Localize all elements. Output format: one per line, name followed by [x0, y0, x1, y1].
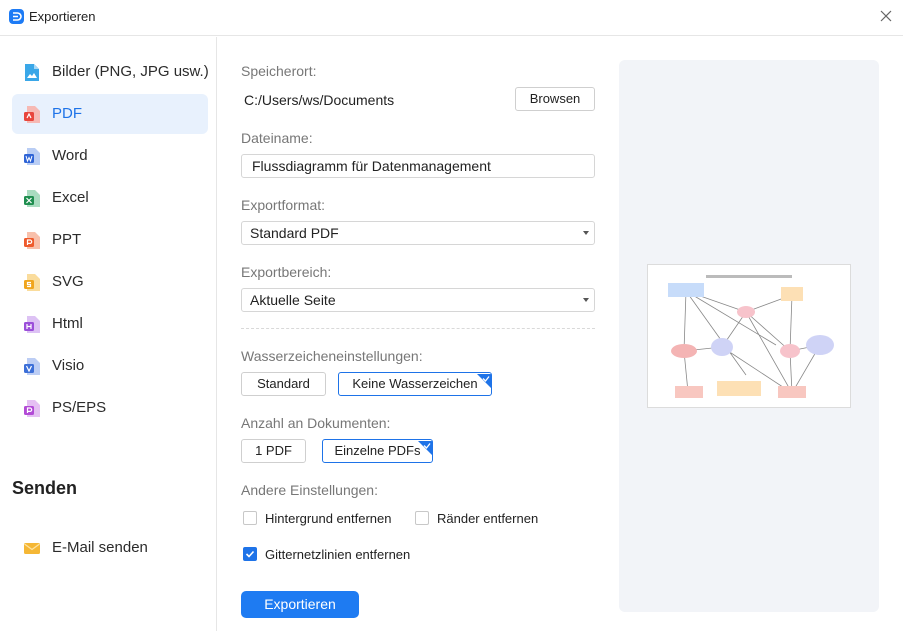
filename-label: Dateiname:	[241, 130, 313, 146]
option-label: 1 PDF	[255, 443, 292, 458]
range-select[interactable]: Aktuelle Seite	[241, 288, 595, 312]
documents-option-separate[interactable]: Einzelne PDFs	[322, 439, 433, 463]
excel-file-icon	[23, 189, 41, 208]
image-file-icon	[23, 63, 41, 82]
format-select-value: Standard PDF	[250, 225, 339, 241]
window-title: Exportieren	[29, 9, 96, 24]
pdf-file-icon	[23, 105, 41, 124]
sidebar-item-label: PDF	[52, 105, 82, 122]
watermark-label: Wasserzeicheneinstellungen:	[241, 348, 423, 364]
close-icon[interactable]	[877, 7, 895, 25]
sidebar-item-label: Bilder (PNG, JPG usw.)	[52, 63, 209, 80]
sidebar-item-html[interactable]: Html	[12, 304, 208, 344]
svg-file-icon	[23, 273, 41, 292]
filename-field[interactable]: Flussdiagramm für Datenmanagement	[241, 154, 595, 178]
documents-option-single[interactable]: 1 PDF	[241, 439, 306, 463]
option-label: Standard	[257, 376, 310, 391]
sidebar-item-ppt[interactable]: PPT	[12, 220, 208, 260]
word-file-icon	[23, 147, 41, 166]
remove-gridlines-checkbox[interactable]	[243, 547, 257, 561]
selected-check-icon	[477, 373, 491, 388]
browse-button[interactable]: Browsen	[515, 87, 595, 111]
sidebar-item-label: SVG	[52, 273, 84, 290]
checkbox-label: Gitternetzlinien entfernen	[265, 547, 411, 562]
sidebar-item-pdf[interactable]: PDF	[12, 94, 208, 134]
sidebar-item-visio[interactable]: Visio	[12, 346, 208, 386]
checkbox-label: Ränder entfernen	[437, 511, 539, 526]
sidebar-item-label: Excel	[52, 189, 89, 206]
caret-down-icon	[583, 298, 589, 302]
sidebar-item-word[interactable]: Word	[12, 136, 208, 176]
format-label: Exportformat:	[241, 197, 326, 213]
sidebar-item-label: PS/EPS	[52, 399, 107, 416]
sidebar-item-email[interactable]: E-Mail senden	[12, 528, 208, 568]
sidebar-item-images[interactable]: Bilder (PNG, JPG usw.)	[12, 52, 209, 92]
envelope-icon	[23, 539, 41, 558]
range-label: Exportbereich:	[241, 264, 332, 280]
watermark-option-standard[interactable]: Standard	[241, 372, 326, 396]
html-file-icon	[23, 315, 41, 334]
sidebar-item-excel[interactable]: Excel	[12, 178, 208, 218]
sidebar-item-label: Word	[52, 147, 88, 164]
checkbox-label: Hintergrund entfernen	[265, 511, 392, 526]
title-bar: Exportieren	[0, 0, 903, 36]
section-divider	[241, 328, 595, 329]
option-label: Keine Wasserzeichen	[352, 376, 478, 391]
location-path: C:/Users/ws/Documents	[244, 92, 395, 108]
location-label: Speicherort:	[241, 63, 317, 79]
sidebar-item-label: E-Mail senden	[52, 539, 148, 556]
remove-background-checkbox[interactable]	[243, 511, 257, 525]
visio-file-icon	[23, 357, 41, 376]
sidebar-item-svg[interactable]: SVG	[12, 262, 208, 302]
send-section-title: Senden	[12, 478, 78, 498]
sidebar-item-label: PPT	[52, 231, 82, 248]
sidebar-item-ps-eps[interactable]: PS/EPS	[12, 388, 208, 428]
app-logo-icon	[9, 9, 24, 24]
ppt-file-icon	[23, 231, 41, 250]
remove-borders-checkbox[interactable]	[415, 511, 429, 525]
eps-file-icon	[23, 399, 41, 418]
selected-check-icon	[418, 440, 432, 455]
caret-down-icon	[583, 231, 589, 235]
watermark-option-none[interactable]: Keine Wasserzeichen	[338, 372, 492, 396]
option-label: Einzelne PDFs	[334, 443, 421, 458]
document-preview-thumbnail	[647, 264, 851, 408]
sidebar-item-label: Visio	[52, 357, 85, 374]
sidebar-item-label: Html	[52, 315, 83, 332]
documents-label: Anzahl an Dokumenten:	[241, 415, 391, 431]
format-select[interactable]: Standard PDF	[241, 221, 595, 245]
range-select-value: Aktuelle Seite	[250, 292, 336, 308]
export-button[interactable]: Exportieren	[241, 591, 359, 618]
other-settings-label: Andere Einstellungen:	[241, 482, 378, 498]
